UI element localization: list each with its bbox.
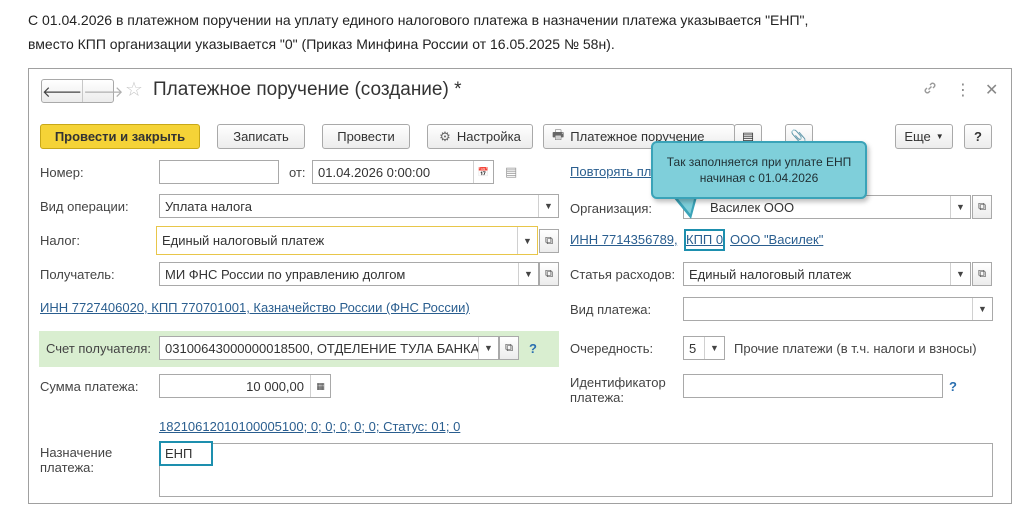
date-input[interactable]: 01.04.2026 0:00:00 📅 <box>312 160 494 184</box>
date-value: 01.04.2026 0:00:00 <box>318 164 431 180</box>
priority-select[interactable]: 5 ▼ <box>683 336 725 360</box>
recipient-value: МИ ФНС России по управлению долгом <box>165 266 406 282</box>
identifier-help-icon[interactable]: ? <box>949 379 957 394</box>
operation-value: Уплата налога <box>165 198 252 214</box>
amount-label: Сумма платежа: <box>40 379 139 394</box>
account-select[interactable]: 03100643000000018500, ОТДЕЛЕНИЕ ТУЛА БАН… <box>159 336 499 360</box>
open-icon[interactable]: ⧉ <box>499 336 519 360</box>
calendar-icon[interactable]: 📅 <box>473 161 493 183</box>
purpose-textarea[interactable] <box>159 443 993 497</box>
organization-label: Организация: <box>570 201 653 216</box>
recipient-label: Получатель: <box>40 267 115 282</box>
gear-icon: ⚙ <box>439 128 451 144</box>
operation-select[interactable]: Уплата налога ▼ <box>159 194 559 218</box>
amount-value: 10 000,00 <box>246 378 304 394</box>
payment-type-label: Вид платежа: <box>570 302 652 317</box>
organization-inn-link[interactable]: ИНН 7714356789, <box>570 232 678 247</box>
star-icon[interactable]: ☆ <box>125 77 143 102</box>
number-input[interactable] <box>159 160 279 184</box>
purpose-label-2: платежа: <box>40 460 94 475</box>
identifier-label-1: Идентификатор <box>570 375 666 390</box>
chevron-down-icon: ▼ <box>935 132 944 141</box>
chevron-down-icon[interactable]: ▼ <box>538 195 558 217</box>
open-icon[interactable]: ⧉ <box>972 262 992 286</box>
calculator-icon[interactable]: ▦ <box>310 375 330 397</box>
arrow-right-icon[interactable]: 🡒 <box>82 80 123 102</box>
expense-select[interactable]: Единый налоговый платеж ▼ <box>683 262 971 286</box>
post-button[interactable]: Провести <box>322 124 410 149</box>
chevron-down-icon[interactable]: ▼ <box>972 298 992 320</box>
chevron-down-icon[interactable]: ▼ <box>517 227 537 254</box>
callout-line-2: начиная с 01.04.2026 <box>699 171 819 185</box>
payment-order-window: 🡐 🡒 ☆ Платежное поручение (создание) * ⋮… <box>28 68 1012 504</box>
post-and-close-button[interactable]: Провести и закрыть <box>40 124 200 149</box>
list-icon[interactable]: ▤ <box>505 164 517 180</box>
recipient-select[interactable]: МИ ФНС России по управлению долгом ▼ <box>159 262 539 286</box>
more-vertical-icon[interactable]: ⋮ <box>955 80 971 100</box>
chevron-down-icon[interactable]: ▼ <box>950 196 970 218</box>
payment-type-select[interactable]: ▼ <box>683 297 993 321</box>
link-icon[interactable] <box>922 80 938 101</box>
help-button[interactable]: ? <box>964 124 992 149</box>
expense-label: Статья расходов: <box>570 267 676 282</box>
organization-name-link[interactable]: ООО "Василек" <box>730 232 823 247</box>
repeat-payment-link[interactable]: Повторять пл <box>570 164 651 179</box>
open-icon[interactable]: ⧉ <box>539 229 559 253</box>
priority-label: Очередность: <box>570 341 654 356</box>
number-label: Номер: <box>40 165 84 180</box>
recipient-details-link[interactable]: ИНН 7727406020, КПП 770701001, Казначейс… <box>40 300 470 315</box>
callout-line-1: Так заполняется при уплате ЕНП <box>666 155 852 169</box>
open-icon[interactable]: ⧉ <box>539 262 559 286</box>
identifier-label-2: платежа: <box>570 390 624 405</box>
window-title: Платежное поручение (создание) * <box>153 79 462 100</box>
account-value: 03100643000000018500, ОТДЕЛЕНИЕ ТУЛА БАН… <box>165 340 478 356</box>
settings-label: Настройка <box>456 129 521 144</box>
organization-value: Василек ООО <box>710 199 795 215</box>
tax-label: Налог: <box>40 233 80 248</box>
tax-value: Единый налоговый платеж <box>162 233 325 248</box>
intro-line-1: С 01.04.2026 в платежном поручении на уп… <box>28 12 809 28</box>
open-icon[interactable]: ⧉ <box>972 195 992 219</box>
chevron-down-icon[interactable]: ▼ <box>704 337 724 359</box>
arrow-left-icon[interactable]: 🡐 <box>42 80 82 102</box>
callout-tooltip: Так заполняется при уплате ЕНП начиная с… <box>651 141 867 199</box>
title-bar: 🡐 🡒 ☆ Платежное поручение (создание) * ⋮… <box>29 69 1011 113</box>
kpp-highlight-box <box>684 229 725 251</box>
nav-buttons: 🡐 🡒 <box>41 79 123 103</box>
chevron-down-icon[interactable]: ▼ <box>518 263 538 285</box>
account-help-icon[interactable]: ? <box>529 341 537 356</box>
close-icon[interactable]: ✕ <box>985 80 998 100</box>
kbk-link[interactable]: 18210612010100005100; 0; 0; 0; 0; 0; Ста… <box>159 419 460 434</box>
date-from-label: от: <box>289 165 306 180</box>
purpose-value-highlight: ЕНП <box>159 441 213 466</box>
chevron-down-icon[interactable]: ▼ <box>478 337 498 359</box>
more-button[interactable]: Еще ▼ <box>895 124 953 149</box>
expense-value: Единый налоговый платеж <box>689 266 852 282</box>
intro-text: С 01.04.2026 в платежном поручении на уп… <box>28 8 1018 56</box>
printer-icon: 🖶 <box>552 126 565 142</box>
amount-input[interactable]: 10 000,00 ▦ <box>159 374 331 398</box>
operation-label: Вид операции: <box>40 199 129 214</box>
more-label: Еще <box>904 129 931 144</box>
settings-button[interactable]: ⚙ Настройка <box>427 124 533 149</box>
account-label: Счет получателя: <box>46 341 152 356</box>
identifier-input[interactable] <box>683 374 943 398</box>
purpose-label-1: Назначение <box>40 445 113 460</box>
save-button[interactable]: Записать <box>217 124 305 149</box>
priority-description: Прочие платежи (в т.ч. налоги и взносы) <box>734 341 977 356</box>
chevron-down-icon[interactable]: ▼ <box>950 263 970 285</box>
intro-line-2: вместо КПП организации указывается "0" (… <box>28 36 615 52</box>
priority-value: 5 <box>689 340 697 356</box>
tax-select[interactable]: Единый налоговый платеж ▼ <box>156 226 538 255</box>
